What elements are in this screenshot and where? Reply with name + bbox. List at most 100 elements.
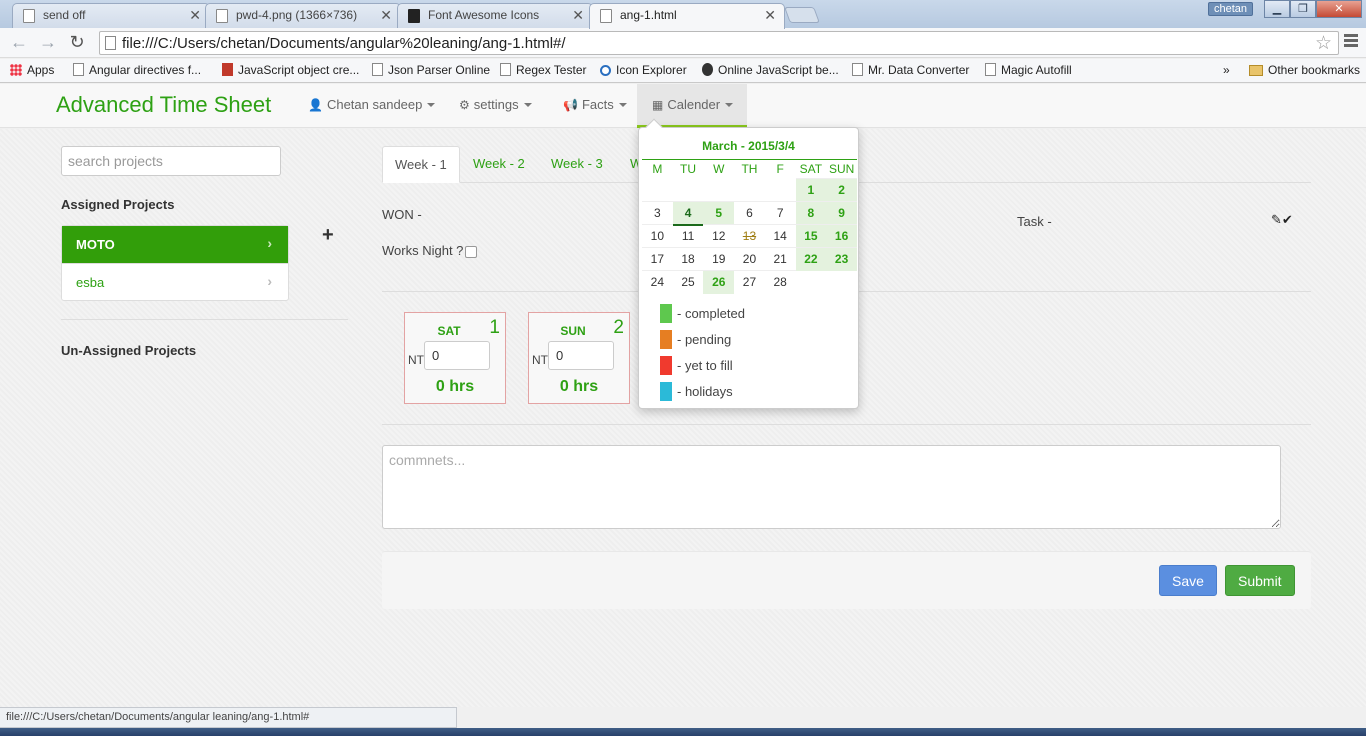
close-icon[interactable]: ✕ (572, 7, 584, 24)
tab-week-1[interactable]: Week - 1 (382, 146, 460, 183)
day-number: 2 (613, 317, 624, 338)
project-item-moto[interactable]: MOTO › (62, 226, 288, 263)
project-label: esba (76, 275, 105, 290)
profile-badge[interactable]: chetan (1208, 2, 1254, 16)
bookmark-item[interactable]: Online JavaScript be... (702, 63, 839, 77)
browser-tab[interactable]: pwd-4.png (1366×736) ✕ (205, 3, 401, 28)
calendar-day[interactable]: 5 (703, 201, 735, 225)
calendar-day[interactable]: 6 (734, 201, 765, 225)
calendar-day[interactable]: 27 (734, 270, 765, 294)
nav-user-dropdown[interactable]: 👤 Chetan sandeep (308, 97, 436, 112)
calendar-day-empty (673, 179, 704, 202)
calendar-day[interactable]: 18 (672, 247, 704, 271)
project-label: MOTO (76, 237, 115, 252)
page-icon (985, 63, 996, 76)
bookmark-apps[interactable]: Apps (10, 63, 54, 77)
address-bar[interactable]: file:///C:/Users/chetan/Documents/angula… (99, 31, 1339, 55)
calendar-day[interactable]: 17 (642, 247, 673, 271)
calendar-day[interactable]: 16 (826, 224, 857, 248)
calendar-day-today[interactable]: 4 (672, 201, 704, 226)
bookmark-item[interactable]: Icon Explorer (600, 63, 687, 77)
calendar-day[interactable]: 8 (795, 201, 827, 225)
calendar-day[interactable]: 21 (764, 247, 796, 271)
calendar-day[interactable]: 13 (734, 224, 765, 248)
calendar-day[interactable]: 7 (764, 201, 796, 225)
back-arrow-icon[interactable]: ← (8, 32, 30, 54)
save-button[interactable]: Save (1159, 565, 1217, 596)
bookmark-label: Json Parser Online (388, 63, 491, 77)
calendar-day[interactable]: 12 (703, 224, 735, 248)
day-name: SAT (437, 324, 461, 338)
nav-facts-dropdown[interactable]: 📢 Facts (563, 97, 627, 112)
close-window-button[interactable]: ✕ (1316, 0, 1362, 18)
close-icon[interactable]: ✕ (380, 7, 392, 24)
calendar-day[interactable]: 1 (795, 178, 827, 202)
calendar-day[interactable]: 15 (795, 224, 827, 248)
plus-icon[interactable]: + (322, 224, 334, 247)
day-card-sun: SUN 2 NT 0 hrs (528, 312, 630, 404)
comments-textarea[interactable] (382, 445, 1281, 529)
new-tab-button[interactable] (784, 7, 820, 23)
calendar-day[interactable]: 22 (795, 247, 827, 271)
weekday-header: M (642, 159, 673, 179)
browser-tab[interactable]: Font Awesome Icons ✕ (397, 3, 593, 28)
user-icon: 👤 (308, 98, 323, 112)
close-icon[interactable]: ✕ (189, 7, 201, 24)
calendar-day-empty (796, 271, 827, 294)
close-icon[interactable]: ✕ (764, 7, 776, 24)
nt-label: NT (408, 353, 424, 367)
bookmark-item[interactable]: Json Parser Online (372, 63, 490, 77)
app-brand[interactable]: Advanced Time Sheet (56, 92, 271, 118)
calendar-day[interactable]: 10 (642, 224, 673, 248)
calendar-grid: M TU W TH F SAT SUN 1 2 3 4 5 6 7 8 9 10… (642, 159, 857, 294)
bookmark-item[interactable]: Angular directives f... (73, 63, 201, 77)
calendar-day[interactable]: 2 (826, 178, 857, 202)
tab-title: ang-1.html (620, 8, 677, 22)
pencil-icon[interactable]: ✎ (1271, 212, 1282, 227)
bookmark-label: Apps (27, 63, 55, 77)
status-bar: file:///C:/Users/chetan/Documents/angula… (0, 707, 457, 728)
hours-input[interactable] (424, 341, 490, 370)
calendar-day[interactable]: 20 (734, 247, 765, 271)
task-label: Task - (1017, 214, 1052, 229)
calendar-day[interactable]: 28 (764, 270, 796, 294)
reload-icon[interactable]: ↻ (66, 32, 88, 54)
maximize-button[interactable]: ❐ (1290, 0, 1316, 18)
calendar-day[interactable]: 11 (672, 224, 704, 248)
browser-tab[interactable]: send off ✕ (12, 3, 210, 28)
nav-calender-link[interactable]: ▦ Calender (652, 97, 734, 112)
browser-toolbar: ← → ↻ file:///C:/Users/chetan/Documents/… (0, 28, 1366, 58)
tab-title: Font Awesome Icons (428, 8, 540, 22)
other-bookmarks[interactable]: Other bookmarks (1249, 63, 1360, 77)
tab-week-3[interactable]: Week - 3 (539, 146, 615, 183)
browser-tab-active[interactable]: ang-1.html ✕ (589, 3, 785, 29)
calendar-day[interactable]: 25 (672, 270, 704, 294)
day-name: SUN (560, 324, 586, 338)
star-icon[interactable]: ☆ (1315, 32, 1332, 55)
hours-input[interactable] (548, 341, 614, 370)
bookmark-item[interactable]: Regex Tester (500, 63, 586, 77)
search-projects-input[interactable] (61, 146, 281, 176)
bookmark-item[interactable]: Magic Autofill (985, 63, 1072, 77)
bookmark-item[interactable]: JavaScript object cre... (222, 63, 359, 77)
check-icon[interactable]: ✔ (1282, 212, 1293, 227)
page-icon (852, 63, 863, 76)
bookmark-item[interactable]: Mr. Data Converter (852, 63, 969, 77)
forward-arrow-icon[interactable]: → (37, 32, 59, 54)
calendar-day[interactable]: 23 (826, 247, 857, 271)
tab-week-2[interactable]: Week - 2 (461, 146, 537, 183)
divider (61, 319, 348, 320)
calendar-day[interactable]: 14 (764, 224, 796, 248)
bookmarks-overflow-button[interactable]: » (1223, 63, 1230, 77)
submit-button[interactable]: Submit (1225, 565, 1295, 596)
calendar-day[interactable]: 26 (703, 270, 735, 294)
calendar-day[interactable]: 9 (826, 201, 857, 225)
works-night-checkbox[interactable] (465, 246, 477, 258)
project-item-esba[interactable]: esba › (62, 263, 288, 300)
minimize-button[interactable]: ▁ (1264, 0, 1290, 18)
nav-settings-dropdown[interactable]: ⚙ settings (459, 97, 532, 112)
calendar-day[interactable]: 19 (703, 247, 735, 271)
calendar-day[interactable]: 24 (642, 270, 673, 294)
menu-icon[interactable] (1344, 34, 1358, 49)
calendar-day[interactable]: 3 (642, 201, 673, 225)
